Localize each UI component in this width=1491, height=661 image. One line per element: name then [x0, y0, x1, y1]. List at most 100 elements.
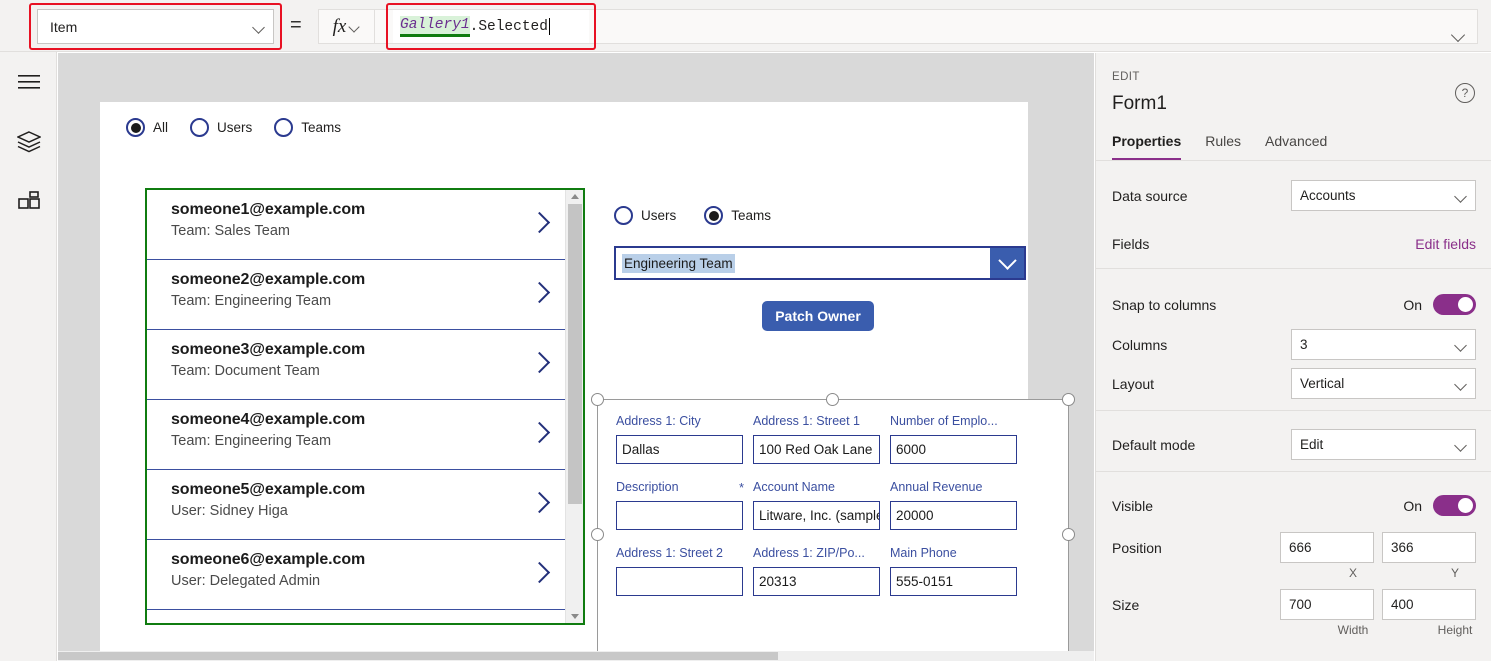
field-input[interactable]: Dallas [616, 435, 743, 464]
form-field-main-phone[interactable]: Main Phone 555-0151 [890, 546, 1017, 612]
data-source-label: Data source [1112, 187, 1188, 204]
patch-owner-button[interactable]: Patch Owner [762, 301, 874, 331]
fields-label: Fields [1112, 235, 1150, 252]
panel-eyebrow: EDIT [1112, 71, 1140, 83]
section-divider [1096, 268, 1491, 269]
position-y-caption: Y [1450, 566, 1459, 580]
field-input[interactable]: 20000 [890, 501, 1017, 530]
chevron-right-icon[interactable] [532, 421, 547, 446]
form-field-description[interactable]: Description [616, 480, 743, 546]
radio-filter-all[interactable]: All [126, 118, 168, 137]
layout-label: Layout [1112, 375, 1155, 392]
radio-filter-teams[interactable]: Teams [274, 118, 341, 137]
snap-state: On [1403, 296, 1422, 313]
columns-select[interactable]: 3 [1291, 329, 1476, 360]
tree-view-layers-icon[interactable] [13, 126, 45, 158]
default-mode-value: Edit [1300, 437, 1324, 452]
gallery-item[interactable]: someone2@example.com Team: Engineering T… [147, 260, 565, 330]
app-screen: All Users Teams someone1@example.com Tea… [100, 102, 1075, 661]
visible-toggle[interactable] [1433, 495, 1476, 516]
tab-properties[interactable]: Properties [1112, 133, 1182, 160]
layout-select[interactable]: Vertical [1291, 368, 1476, 399]
gallery-items: someone1@example.com Team: Sales Team so… [147, 190, 565, 610]
radio-owner-users[interactable]: Users [614, 206, 676, 225]
field-input[interactable] [616, 567, 743, 596]
hamburger-menu-icon[interactable] [13, 66, 45, 98]
form-field-address1-city[interactable]: Address 1: City Dallas [616, 414, 743, 480]
canvas-horizontal-scrollbar[interactable] [58, 651, 1094, 661]
scroll-up-icon[interactable] [571, 194, 579, 199]
snap-label: Snap to columns [1112, 296, 1217, 313]
radio-filter-users[interactable]: Users [190, 118, 252, 137]
snap-toggle[interactable] [1433, 294, 1476, 315]
gallery-item[interactable]: someone6@example.com User: Delegated Adm… [147, 540, 565, 610]
resize-handle-top-center[interactable] [826, 393, 839, 406]
field-input[interactable] [616, 501, 743, 530]
form-field-number-of-employees[interactable]: Number of Emplo... 6000 [890, 414, 1017, 480]
help-icon[interactable]: ? [1455, 83, 1475, 103]
field-input[interactable]: 555-0151 [890, 567, 1017, 596]
scrollbar-thumb[interactable] [58, 652, 778, 660]
chevron-right-icon[interactable] [532, 281, 547, 306]
gallery-item[interactable]: someone4@example.com Team: Engineering T… [147, 400, 565, 470]
chevron-right-icon[interactable] [532, 561, 547, 586]
gallery-item[interactable]: someone5@example.com User: Sidney Higa [147, 470, 565, 540]
gallery-item-title: someone1@example.com [171, 201, 366, 218]
gallery-item[interactable]: someone1@example.com Team: Sales Team [147, 190, 565, 260]
property-selector-value: Item [50, 18, 78, 35]
position-x-input[interactable]: 666 [1280, 532, 1374, 563]
field-input[interactable]: Litware, Inc. (sample [753, 501, 880, 530]
gallery-scrollbar[interactable] [565, 190, 583, 623]
gallery-control[interactable]: someone1@example.com Team: Sales Team so… [145, 188, 585, 625]
size-width-input[interactable]: 700 [1280, 589, 1374, 620]
edit-form-control[interactable]: Address 1: City Dallas Address 1: Street… [591, 393, 1075, 661]
data-source-select[interactable]: Accounts [1291, 180, 1476, 211]
scrollbar-thumb[interactable] [568, 204, 582, 504]
resize-handle-middle-right[interactable] [1062, 527, 1075, 541]
radio-owner-teams[interactable]: Teams [704, 206, 771, 225]
chevron-right-icon[interactable] [532, 351, 547, 376]
form-field-address1-street1[interactable]: Address 1: Street 1 100 Red Oak Lane [753, 414, 880, 480]
radio-icon [190, 118, 210, 137]
default-mode-select[interactable]: Edit [1291, 429, 1476, 460]
form-field-address1-zip[interactable]: Address 1: ZIP/Po... 20313 [753, 546, 880, 612]
chevron-down-icon[interactable] [990, 248, 1024, 278]
field-input[interactable]: 20313 [753, 567, 880, 596]
gallery-item-subtitle: User: Delegated Admin [171, 573, 321, 589]
field-input[interactable]: 100 Red Oak Lane [753, 435, 880, 464]
position-y-input[interactable]: 366 [1382, 532, 1476, 563]
resize-handle-top-right[interactable] [1062, 393, 1075, 406]
field-input[interactable]: 6000 [890, 435, 1017, 464]
edit-fields-link[interactable]: Edit fields [1415, 236, 1476, 252]
property-selector[interactable]: Item [37, 9, 274, 44]
visible-label: Visible [1112, 497, 1153, 514]
tab-advanced[interactable]: Advanced [1265, 133, 1327, 160]
expand-formula-bar-icon[interactable] [1452, 29, 1465, 42]
chevron-down-icon [350, 22, 360, 32]
row-size: Size 700 400 [1112, 580, 1476, 629]
chevron-down-icon [1455, 190, 1467, 202]
tabs-divider [1096, 160, 1491, 161]
field-label: Address 1: City [616, 414, 701, 428]
size-height-caption: Height [1437, 623, 1473, 637]
columns-value: 3 [1300, 337, 1308, 352]
tab-rules[interactable]: Rules [1205, 133, 1241, 160]
fx-button[interactable]: fx [319, 10, 375, 43]
radio-label: Teams [731, 208, 772, 223]
formula-input[interactable]: Gallery1 .Selected [393, 10, 589, 43]
resize-handle-middle-left[interactable] [591, 527, 604, 541]
form-field-address1-street2[interactable]: Address 1: Street 2 [616, 546, 743, 612]
insert-components-icon[interactable] [13, 186, 45, 218]
chevron-right-icon[interactable] [532, 211, 547, 236]
gallery-item-subtitle: User: Sidney Higa [171, 503, 288, 519]
equals-sign: = [290, 14, 302, 36]
size-height-input[interactable]: 400 [1382, 589, 1476, 620]
chevron-right-icon[interactable] [532, 491, 547, 516]
form-field-account-name[interactable]: * Account Name Litware, Inc. (sample [739, 480, 880, 546]
panel-title: Form1 [1112, 93, 1167, 114]
resize-handle-top-left[interactable] [591, 393, 604, 406]
form-field-annual-revenue[interactable]: Annual Revenue 20000 [890, 480, 1017, 546]
owner-combobox[interactable]: Engineering Team [614, 246, 1026, 280]
scroll-down-icon[interactable] [571, 614, 579, 619]
gallery-item[interactable]: someone3@example.com Team: Document Team [147, 330, 565, 400]
